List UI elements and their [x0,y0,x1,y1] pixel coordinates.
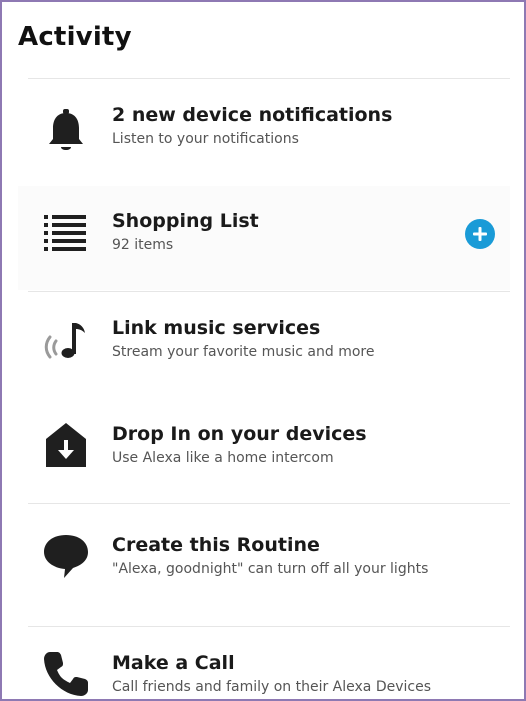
speech-bubble-icon [40,529,92,581]
list-item-notifications[interactable]: 2 new device notifications Listen to you… [18,80,510,184]
drop-in-icon [40,419,92,471]
item-text: Create this Routine "Alexa, goodnight" c… [112,534,450,577]
bell-icon [40,106,92,158]
item-title: 2 new device notifications [112,104,393,126]
item-title: Link music services [112,317,321,339]
item-text: Link music services Stream your favorite… [112,317,450,360]
list-item-make-call[interactable]: Make a Call Call friends and family on t… [18,628,510,699]
list-item-link-music[interactable]: Link music services Stream your favorite… [18,293,510,397]
divider [28,626,510,627]
item-text: Make a Call Call friends and family on t… [112,652,450,695]
divider [28,503,510,504]
item-title: Drop In on your devices [112,423,367,445]
divider [28,291,510,292]
item-subtitle: Use Alexa like a home intercom [112,450,334,466]
list-item-create-routine[interactable]: Create this Routine "Alexa, goodnight" c… [18,505,510,609]
item-subtitle: "Alexa, goodnight" can turn off all your… [112,561,429,577]
add-item-button[interactable] [465,219,495,249]
item-subtitle: Stream your favorite music and more [112,344,375,360]
item-title: Create this Routine [112,534,320,556]
list-item-drop-in[interactable]: Drop In on your devices Use Alexa like a… [18,397,510,501]
plus-icon [471,225,489,243]
activity-panel: Activity 2 new device notifications List… [0,0,526,701]
item-subtitle: Call friends and family on their Alexa D… [112,679,432,695]
phone-icon [40,648,92,699]
list-icon [40,206,92,258]
list-item-shopping-list[interactable]: Shopping List 92 items [18,186,510,290]
page-title: Activity [18,22,132,52]
divider [28,78,510,79]
item-subtitle: 92 items [112,237,174,253]
item-title: Make a Call [112,652,235,674]
item-text: Drop In on your devices Use Alexa like a… [112,423,450,466]
item-text: 2 new device notifications Listen to you… [112,104,450,147]
item-title: Shopping List [112,210,259,232]
item-text: Shopping List 92 items [112,210,450,253]
item-subtitle: Listen to your notifications [112,131,299,147]
music-note-icon [40,315,92,367]
